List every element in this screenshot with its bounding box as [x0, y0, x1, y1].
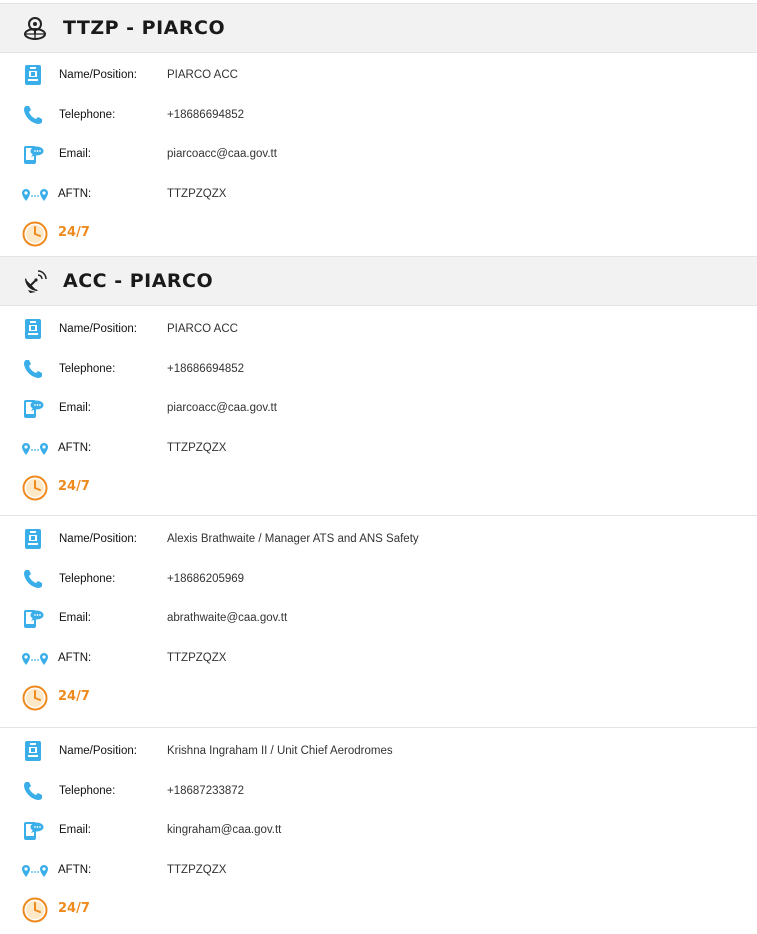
name-label: Name/Position: [59, 69, 137, 81]
name-label: Name/Position: [59, 533, 137, 545]
aftn-value: TTZPZQZX [167, 441, 227, 454]
name-row: Name/Position: Krishna Ingraham II / Uni… [0, 734, 757, 774]
aftn-label: AFTN: [58, 441, 92, 454]
clock-icon [22, 221, 48, 247]
email-label: Email: [59, 824, 91, 836]
phone-icon [24, 781, 42, 800]
route-pins-icon [22, 864, 48, 877]
hours-row: 24/7 [0, 680, 757, 718]
section-ttzp: TTZP - PIARCO Name/Position: PIARCO ACC … [0, 3, 757, 254]
contact-page: TTZP - PIARCO Name/Position: PIARCO ACC … [0, 0, 757, 934]
id-badge-icon [25, 529, 41, 549]
phone-label: Telephone: [59, 784, 116, 797]
email-row: Email: kingraham@caa.gov.tt [0, 813, 757, 853]
section-title: ACC - PIARCO [63, 270, 214, 292]
phone-row: Telephone: +18687233872 [0, 774, 757, 814]
email-label: Email: [59, 612, 91, 624]
mobile-chat-icon [24, 822, 44, 840]
mobile-chat-icon [24, 610, 44, 628]
contact-card: Name/Position: Alexis Brathwaite / Manag… [0, 516, 757, 728]
phone-label: Telephone: [59, 108, 116, 121]
name-row: Name/Position: PIARCO ACC [0, 312, 757, 352]
name-row: Name/Position: Alexis Brathwaite / Manag… [0, 522, 757, 562]
route-pins-icon [22, 442, 48, 455]
email-row: Email: piarcoacc@caa.gov.tt [0, 137, 757, 177]
section-header: TTZP - PIARCO [0, 3, 757, 53]
hours-row: 24/7 [0, 216, 757, 254]
clock-icon [22, 475, 48, 501]
contact-card: Name/Position: PIARCO ACC Telephone: +18… [0, 53, 757, 254]
email-row: Email: abrathwaite@caa.gov.tt [0, 601, 757, 641]
name-label: Name/Position: [59, 323, 137, 335]
aftn-value: TTZPZQZX [167, 651, 227, 664]
email-label: Email: [59, 148, 91, 160]
aftn-row: AFTN: TTZPZQZX [0, 853, 757, 893]
email-value[interactable]: abrathwaite@caa.gov.tt [167, 612, 287, 624]
hours-text: 24/7 [58, 225, 90, 240]
contact-card: Name/Position: Krishna Ingraham II / Uni… [0, 728, 757, 930]
aftn-row: AFTN: TTZPZQZX [0, 431, 757, 471]
aftn-value: TTZPZQZX [167, 187, 227, 200]
mobile-chat-icon [24, 146, 44, 164]
hours-text: 24/7 [58, 689, 90, 704]
phone-row: Telephone: +18686205969 [0, 562, 757, 602]
hours-row: 24/7 [0, 470, 757, 508]
id-badge-icon [25, 319, 41, 339]
aftn-label: AFTN: [58, 187, 92, 200]
aftn-label: AFTN: [58, 651, 92, 664]
name-value: Krishna Ingraham II / Unit Chief Aerodro… [167, 745, 393, 757]
mobile-chat-icon [24, 400, 44, 418]
route-pins-icon [22, 188, 48, 201]
email-label: Email: [59, 402, 91, 414]
section-title: TTZP - PIARCO [63, 17, 226, 39]
phone-row: Telephone: +18686694852 [0, 352, 757, 392]
name-value: PIARCO ACC [167, 69, 238, 81]
email-value[interactable]: piarcoacc@caa.gov.tt [167, 402, 277, 414]
name-row: Name/Position: PIARCO ACC [0, 58, 757, 98]
email-row: Email: piarcoacc@caa.gov.tt [0, 391, 757, 431]
aftn-row: AFTN: TTZPZQZX [0, 177, 757, 217]
name-value: Alexis Brathwaite / Manager ATS and ANS … [167, 533, 419, 545]
aftn-row: AFTN: TTZPZQZX [0, 641, 757, 681]
phone-value[interactable]: +18686694852 [167, 363, 244, 375]
phone-icon [24, 569, 42, 588]
hours-row: 24/7 [0, 892, 757, 930]
phone-label: Telephone: [59, 362, 116, 375]
email-value[interactable]: piarcoacc@caa.gov.tt [167, 148, 277, 160]
section-acc: ACC - PIARCO Name/Position: PIARCO ACC T… [0, 256, 757, 930]
id-badge-icon [25, 741, 41, 761]
phone-value[interactable]: +18687233872 [167, 785, 244, 797]
satellite-dish-icon [25, 270, 47, 293]
phone-icon [24, 359, 42, 378]
clock-icon [22, 897, 48, 923]
section-header: ACC - PIARCO [0, 256, 757, 306]
phone-icon [24, 105, 42, 124]
route-pins-icon [22, 652, 48, 665]
id-badge-icon [25, 65, 41, 85]
clock-icon [22, 685, 48, 711]
hours-text: 24/7 [58, 479, 90, 494]
contact-card: Name/Position: PIARCO ACC Telephone: +18… [0, 306, 757, 516]
phone-label: Telephone: [59, 572, 116, 585]
phone-row: Telephone: +18686694852 [0, 98, 757, 138]
phone-value[interactable]: +18686205969 [167, 573, 244, 585]
hours-text: 24/7 [58, 901, 90, 916]
phone-value[interactable]: +18686694852 [167, 109, 244, 121]
globe-pin-icon [24, 17, 46, 40]
name-value: PIARCO ACC [167, 323, 238, 335]
aftn-label: AFTN: [58, 863, 92, 876]
aftn-value: TTZPZQZX [167, 863, 227, 876]
name-label: Name/Position: [59, 745, 137, 757]
email-value[interactable]: kingraham@caa.gov.tt [167, 824, 281, 836]
